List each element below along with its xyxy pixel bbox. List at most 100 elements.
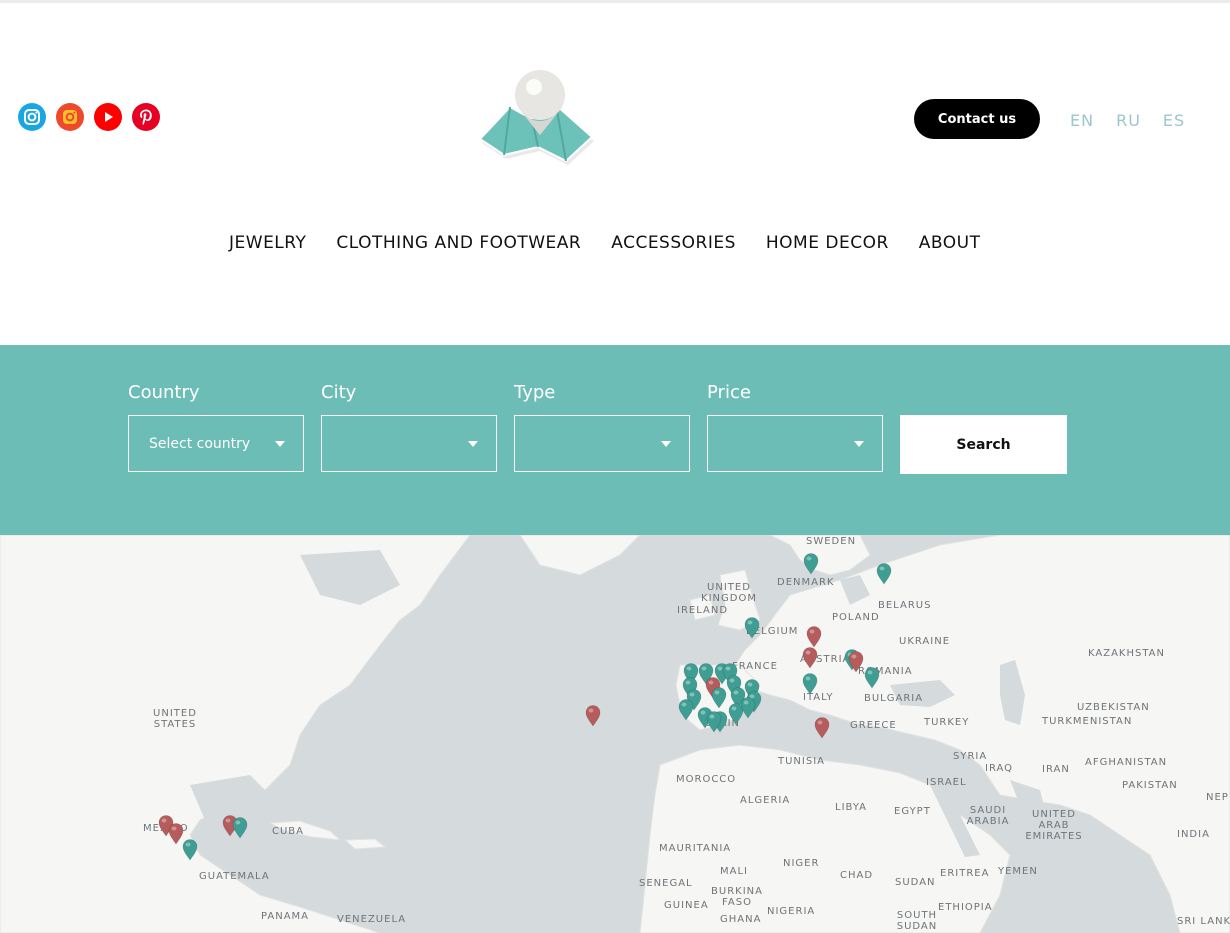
map-label: IRELAND <box>677 605 729 616</box>
site-logo[interactable] <box>478 65 598 175</box>
map-marker-icon[interactable] <box>864 667 880 689</box>
map-label: AFGHANISTAN <box>1085 757 1168 768</box>
map-label: VENEZUELA <box>337 914 407 925</box>
map-marker-icon[interactable] <box>814 717 830 739</box>
nav-jewelry[interactable]: JEWELRY <box>229 233 306 253</box>
map-label: TURKMENISTAN <box>1042 716 1133 727</box>
map-label: DENMARK <box>777 577 835 588</box>
map-marker-icon[interactable] <box>706 711 722 733</box>
city-label: City <box>321 382 357 403</box>
chevron-down-icon <box>275 440 285 447</box>
nav-clothing-and-footwear[interactable]: CLOTHING AND FOOTWEAR <box>336 233 581 253</box>
map-label: BURKINA FASO <box>711 886 763 908</box>
type-select[interactable] <box>514 415 690 472</box>
map-label: MAURITANIA <box>659 843 732 854</box>
lang-en[interactable]: EN <box>1070 111 1094 130</box>
map-label: EGYPT <box>894 806 931 817</box>
map-marker-icon[interactable] <box>802 647 818 669</box>
map-label: MOROCCO <box>676 774 737 785</box>
contact-us-button[interactable]: Contact us <box>914 99 1040 139</box>
social-links <box>18 103 160 131</box>
map-label: GREECE <box>850 720 897 731</box>
map-marker-icon[interactable] <box>806 626 822 648</box>
chevron-down-icon <box>661 440 671 447</box>
map-marker-icon[interactable] <box>585 705 601 727</box>
instagram-icon[interactable] <box>18 103 46 131</box>
language-switcher: EN RU ES <box>1070 111 1185 130</box>
map-label: NIGERIA <box>767 906 816 917</box>
map-label: BELARUS <box>878 600 932 611</box>
price-label: Price <box>707 382 751 403</box>
map-label: CHAD <box>840 870 874 881</box>
type-filter: Type <box>514 381 690 472</box>
map-marker-icon[interactable] <box>678 699 694 721</box>
map-label: NEP <box>1206 792 1229 803</box>
map-label: FRANCE <box>732 661 778 672</box>
nav-home-decor[interactable]: HOME DECOR <box>766 233 889 253</box>
search-button[interactable]: Search <box>900 415 1067 474</box>
map-marker-icon[interactable] <box>182 839 198 861</box>
map-label: ALGERIA <box>740 795 791 806</box>
map-label: ERITREA <box>940 868 990 879</box>
map-label: GUATEMALA <box>199 871 270 882</box>
nav-about[interactable]: ABOUT <box>919 233 981 253</box>
city-filter: City <box>321 381 497 472</box>
map-label: IRAQ <box>985 763 1014 774</box>
map-label: TURKEY <box>924 717 970 728</box>
map-label: ETHIOPIA <box>938 902 993 913</box>
map-label: GHANA <box>720 914 762 925</box>
map-label: LIBYA <box>835 802 868 813</box>
map-marker-icon[interactable] <box>802 673 818 695</box>
world-map[interactable]: SWEDEN DENMARK UNITED KINGDOM IRELAND BE… <box>0 535 1230 933</box>
map-marker-icon[interactable] <box>803 553 819 575</box>
map-label: KAZAKHSTAN <box>1088 648 1165 659</box>
map-marker-icon[interactable] <box>848 651 864 673</box>
map-label: POLAND <box>832 612 880 623</box>
country-select-value: Select country <box>149 435 251 452</box>
chevron-down-icon <box>854 440 864 447</box>
map-label: SOUTH SUDAN <box>896 910 938 932</box>
map-label: SENEGAL <box>639 878 693 889</box>
map-label: SAUDI ARABIA <box>966 805 1010 827</box>
lang-ru[interactable]: RU <box>1116 111 1141 130</box>
map-marker-icon[interactable] <box>232 817 248 839</box>
map-marker-icon[interactable] <box>711 687 727 709</box>
map-label: SWEDEN <box>806 536 857 547</box>
map-landmass <box>0 535 1230 933</box>
map-label: PANAMA <box>261 911 310 922</box>
type-label: Type <box>514 382 556 403</box>
map-label: BULGARIA <box>864 693 924 704</box>
map-label: TUNISIA <box>778 756 825 767</box>
site-header: Contact us EN RU ES JEWELRY CLOTHING AND… <box>0 3 1230 345</box>
map-label: PAKISTAN <box>1122 780 1178 791</box>
lang-es[interactable]: ES <box>1163 111 1185 130</box>
map-marker-icon[interactable] <box>876 563 892 585</box>
country-label: Country <box>128 382 200 403</box>
map-label: UNITED STATES <box>153 708 197 730</box>
instagram-color-icon[interactable] <box>56 103 84 131</box>
map-label: YEMEN <box>998 866 1038 877</box>
youtube-icon[interactable] <box>94 103 122 131</box>
map-marker-icon[interactable] <box>744 617 760 639</box>
map-label: SRI LANKA <box>1177 916 1230 927</box>
city-select[interactable] <box>321 415 497 472</box>
pinterest-icon[interactable] <box>132 103 160 131</box>
map-label: MALI <box>720 866 748 877</box>
map-label: UNITED ARAB EMIRATES <box>1025 809 1083 842</box>
map-label: ISRAEL <box>926 777 967 788</box>
map-label: UZBEKISTAN <box>1077 702 1150 713</box>
price-filter: Price <box>707 381 883 472</box>
map-label: CUBA <box>272 826 305 837</box>
main-nav: JEWELRY CLOTHING AND FOOTWEAR ACCESSORIE… <box>229 233 980 253</box>
country-select[interactable]: Select country <box>128 415 304 472</box>
chevron-down-icon <box>468 440 478 447</box>
map-label: SYRIA <box>953 751 988 762</box>
country-filter: Country Select country <box>128 381 304 472</box>
search-filters: Country Select country City Type Price S… <box>0 345 1230 535</box>
nav-accessories[interactable]: ACCESSORIES <box>611 233 736 253</box>
map-label: UKRAINE <box>899 636 951 647</box>
map-label: UNITED KINGDOM <box>701 582 757 604</box>
price-select[interactable] <box>707 415 883 472</box>
map-marker-icon[interactable] <box>740 697 756 719</box>
map-label: SUDAN <box>895 877 936 888</box>
